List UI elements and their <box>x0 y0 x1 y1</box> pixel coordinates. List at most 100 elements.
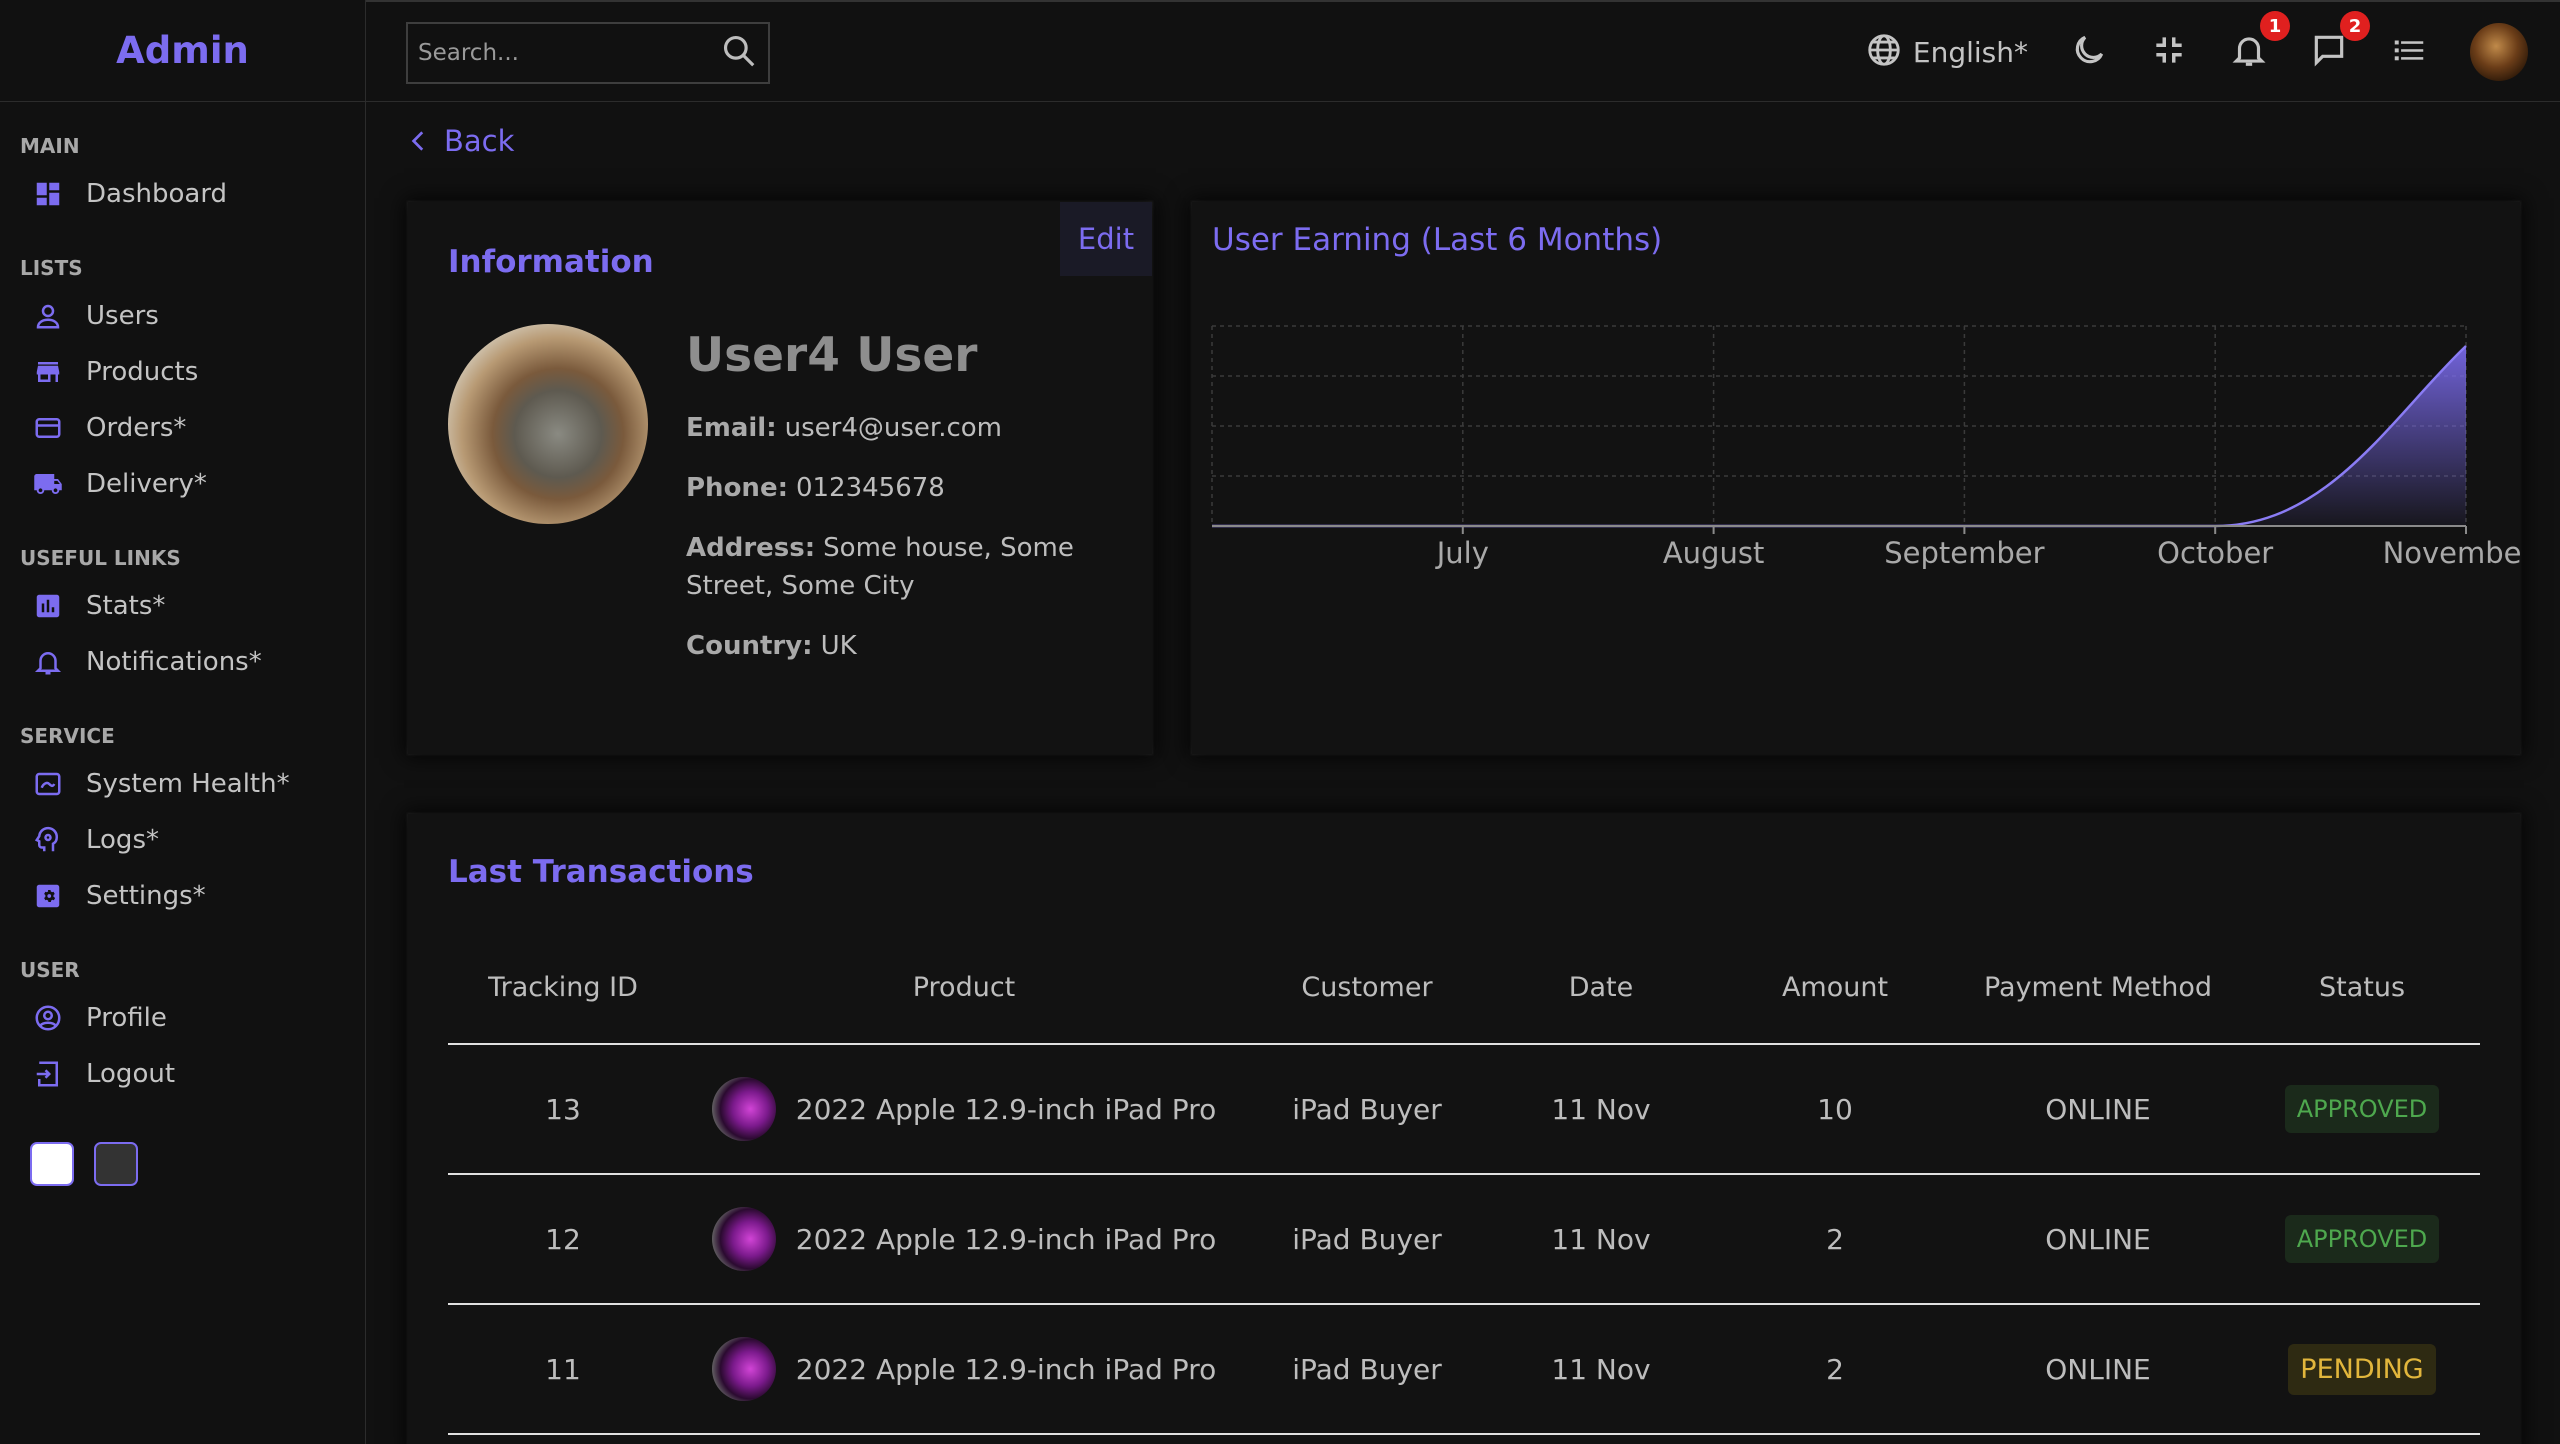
transactions-title: Last Transactions <box>448 854 754 890</box>
sidebar-item-label: Orders* <box>86 413 187 443</box>
x-tick-label: October <box>2157 536 2273 570</box>
column-header[interactable]: Payment Method <box>1952 932 2244 1045</box>
sidebar-item-products[interactable]: Products <box>20 344 345 400</box>
x-tick-label: August <box>1663 536 1765 570</box>
search-input[interactable] <box>418 40 720 66</box>
fullscreen-exit-button[interactable] <box>2150 31 2188 73</box>
status-cell: APPROVED <box>2244 1174 2480 1305</box>
amount-cell: 2 <box>1718 1304 1952 1435</box>
topbar: English* 1 2 <box>366 0 2560 102</box>
user-details: User4 User Email: user4@user.com Phone: 01… <box>686 328 1126 687</box>
country-value: UK <box>820 631 857 661</box>
light-theme-button[interactable] <box>30 1142 74 1186</box>
notifications-badge: 1 <box>2260 11 2290 41</box>
address-label: Address: <box>686 533 816 563</box>
tracking-id-cell: 11 <box>448 1304 678 1435</box>
sidebar-item-notifications[interactable]: Notifications* <box>20 634 345 690</box>
chart-area-series <box>1212 345 2467 528</box>
column-header[interactable]: Customer <box>1250 932 1484 1045</box>
column-header[interactable]: Tracking ID <box>448 932 678 1045</box>
sidebar-item-logout[interactable]: Logout <box>20 1046 345 1102</box>
status-cell: PENDING <box>2244 1304 2480 1435</box>
status-badge: PENDING <box>2288 1343 2436 1395</box>
sidebar-item-delivery[interactable]: Delivery* <box>20 456 345 512</box>
language-selector[interactable]: English* <box>1865 31 2028 73</box>
section-title-main: MAIN <box>20 134 80 158</box>
moon-icon <box>2070 31 2108 73</box>
product-image <box>711 1207 776 1271</box>
column-header[interactable]: Status <box>2244 932 2480 1045</box>
table-row[interactable]: 13 2022 Apple 12.9-inch iPad Pro iPad Bu… <box>448 1044 2480 1175</box>
dark-theme-button[interactable] <box>94 1142 138 1186</box>
sidebar-item-settings[interactable]: Settings* <box>20 868 345 924</box>
dashboard-icon <box>32 178 64 210</box>
section-title-useful-links: USEFUL LINKS <box>20 546 181 570</box>
search-icon[interactable] <box>720 32 758 74</box>
sidebar-item-label: Products <box>86 357 199 387</box>
topbar-items: English* 1 2 <box>1823 2 2528 102</box>
back-link[interactable]: Back <box>406 124 514 158</box>
area-fill <box>1212 346 2466 526</box>
sidebar-item-users[interactable]: Users <box>20 288 345 344</box>
chart-x-axis: July August September October November <box>1212 525 2520 570</box>
menu-list-button[interactable] <box>2390 31 2428 73</box>
user-name: User4 User <box>686 328 978 383</box>
chat-icon <box>2310 31 2348 73</box>
table-row[interactable]: 11 2022 Apple 12.9-inch iPad Pro iPad Bu… <box>448 1304 2480 1435</box>
sidebar-item-dashboard[interactable]: Dashboard <box>20 166 345 222</box>
system-health-icon <box>32 768 64 800</box>
payment-method-cell: ONLINE <box>1952 1174 2244 1305</box>
column-header[interactable]: Product <box>678 932 1250 1045</box>
column-header[interactable]: Amount <box>1718 932 1952 1045</box>
logo[interactable]: Admin <box>116 29 249 72</box>
product-image <box>711 1337 776 1401</box>
logout-icon <box>32 1058 64 1090</box>
sidebar-item-logs[interactable]: Logs* <box>20 812 345 868</box>
information-card: Edit Information User4 User Email: user4@… <box>408 202 1152 754</box>
sidebar-item-label: Logs* <box>86 825 159 855</box>
account-circle-icon <box>32 1002 64 1034</box>
section-title-service: SERVICE <box>20 724 115 748</box>
edit-button[interactable]: Edit <box>1060 202 1152 276</box>
globe-icon <box>1865 31 1903 73</box>
tracking-id-cell: 13 <box>448 1044 678 1175</box>
sidebar-item-label: Stats* <box>86 591 166 621</box>
transactions-table: Tracking ID Product Customer Date Amount… <box>448 932 2480 1435</box>
fullscreen-exit-icon <box>2150 31 2188 73</box>
sidebar-nav: MAIN Dashboard LISTS Users Products Orde… <box>0 134 365 1186</box>
sidebar-item-label: Delivery* <box>86 469 207 499</box>
email-value: user4@user.com <box>784 413 1002 443</box>
sidebar-item-stats[interactable]: Stats* <box>20 578 345 634</box>
sidebar-item-label: Notifications* <box>86 647 262 677</box>
sidebar-item-label: Users <box>86 301 159 331</box>
user-avatar[interactable] <box>2470 23 2528 81</box>
date-cell: 11 Nov <box>1484 1174 1718 1305</box>
chevron-left-icon <box>411 131 424 151</box>
notifications-button[interactable]: 1 <box>2230 11 2290 73</box>
area-line <box>1212 345 2467 528</box>
column-header[interactable]: Date <box>1484 932 1718 1045</box>
dark-mode-toggle[interactable] <box>2070 31 2108 73</box>
sidebar-item-system-health[interactable]: System Health* <box>20 756 345 812</box>
x-tick-label: November <box>2383 536 2520 570</box>
main-content: Back Edit Information User4 User Email: u… <box>366 102 2560 1444</box>
sidebar-item-label: System Health* <box>86 769 290 799</box>
country-label: Country: <box>686 631 813 661</box>
chart-grid <box>1211 325 2467 527</box>
sidebar-item-profile[interactable]: Profile <box>20 990 345 1046</box>
x-tick-label: September <box>1884 536 2044 570</box>
payment-method-cell: ONLINE <box>1952 1044 2244 1175</box>
table-row[interactable]: 12 2022 Apple 12.9-inch iPad Pro iPad Bu… <box>448 1174 2480 1305</box>
email-row: Email: user4@user.com <box>686 409 1126 447</box>
date-cell: 11 Nov <box>1484 1304 1718 1435</box>
sidebar-item-label: Dashboard <box>86 179 228 209</box>
bar-chart-icon <box>32 590 64 622</box>
sidebar-item-orders[interactable]: Orders* <box>20 400 345 456</box>
settings-icon <box>32 880 64 912</box>
back-label: Back <box>444 124 515 158</box>
email-label: Email: <box>686 413 777 443</box>
amount-cell: 2 <box>1718 1174 1952 1305</box>
messages-button[interactable]: 2 <box>2310 11 2370 73</box>
information-title: Information <box>448 244 654 280</box>
user-icon <box>32 300 64 332</box>
